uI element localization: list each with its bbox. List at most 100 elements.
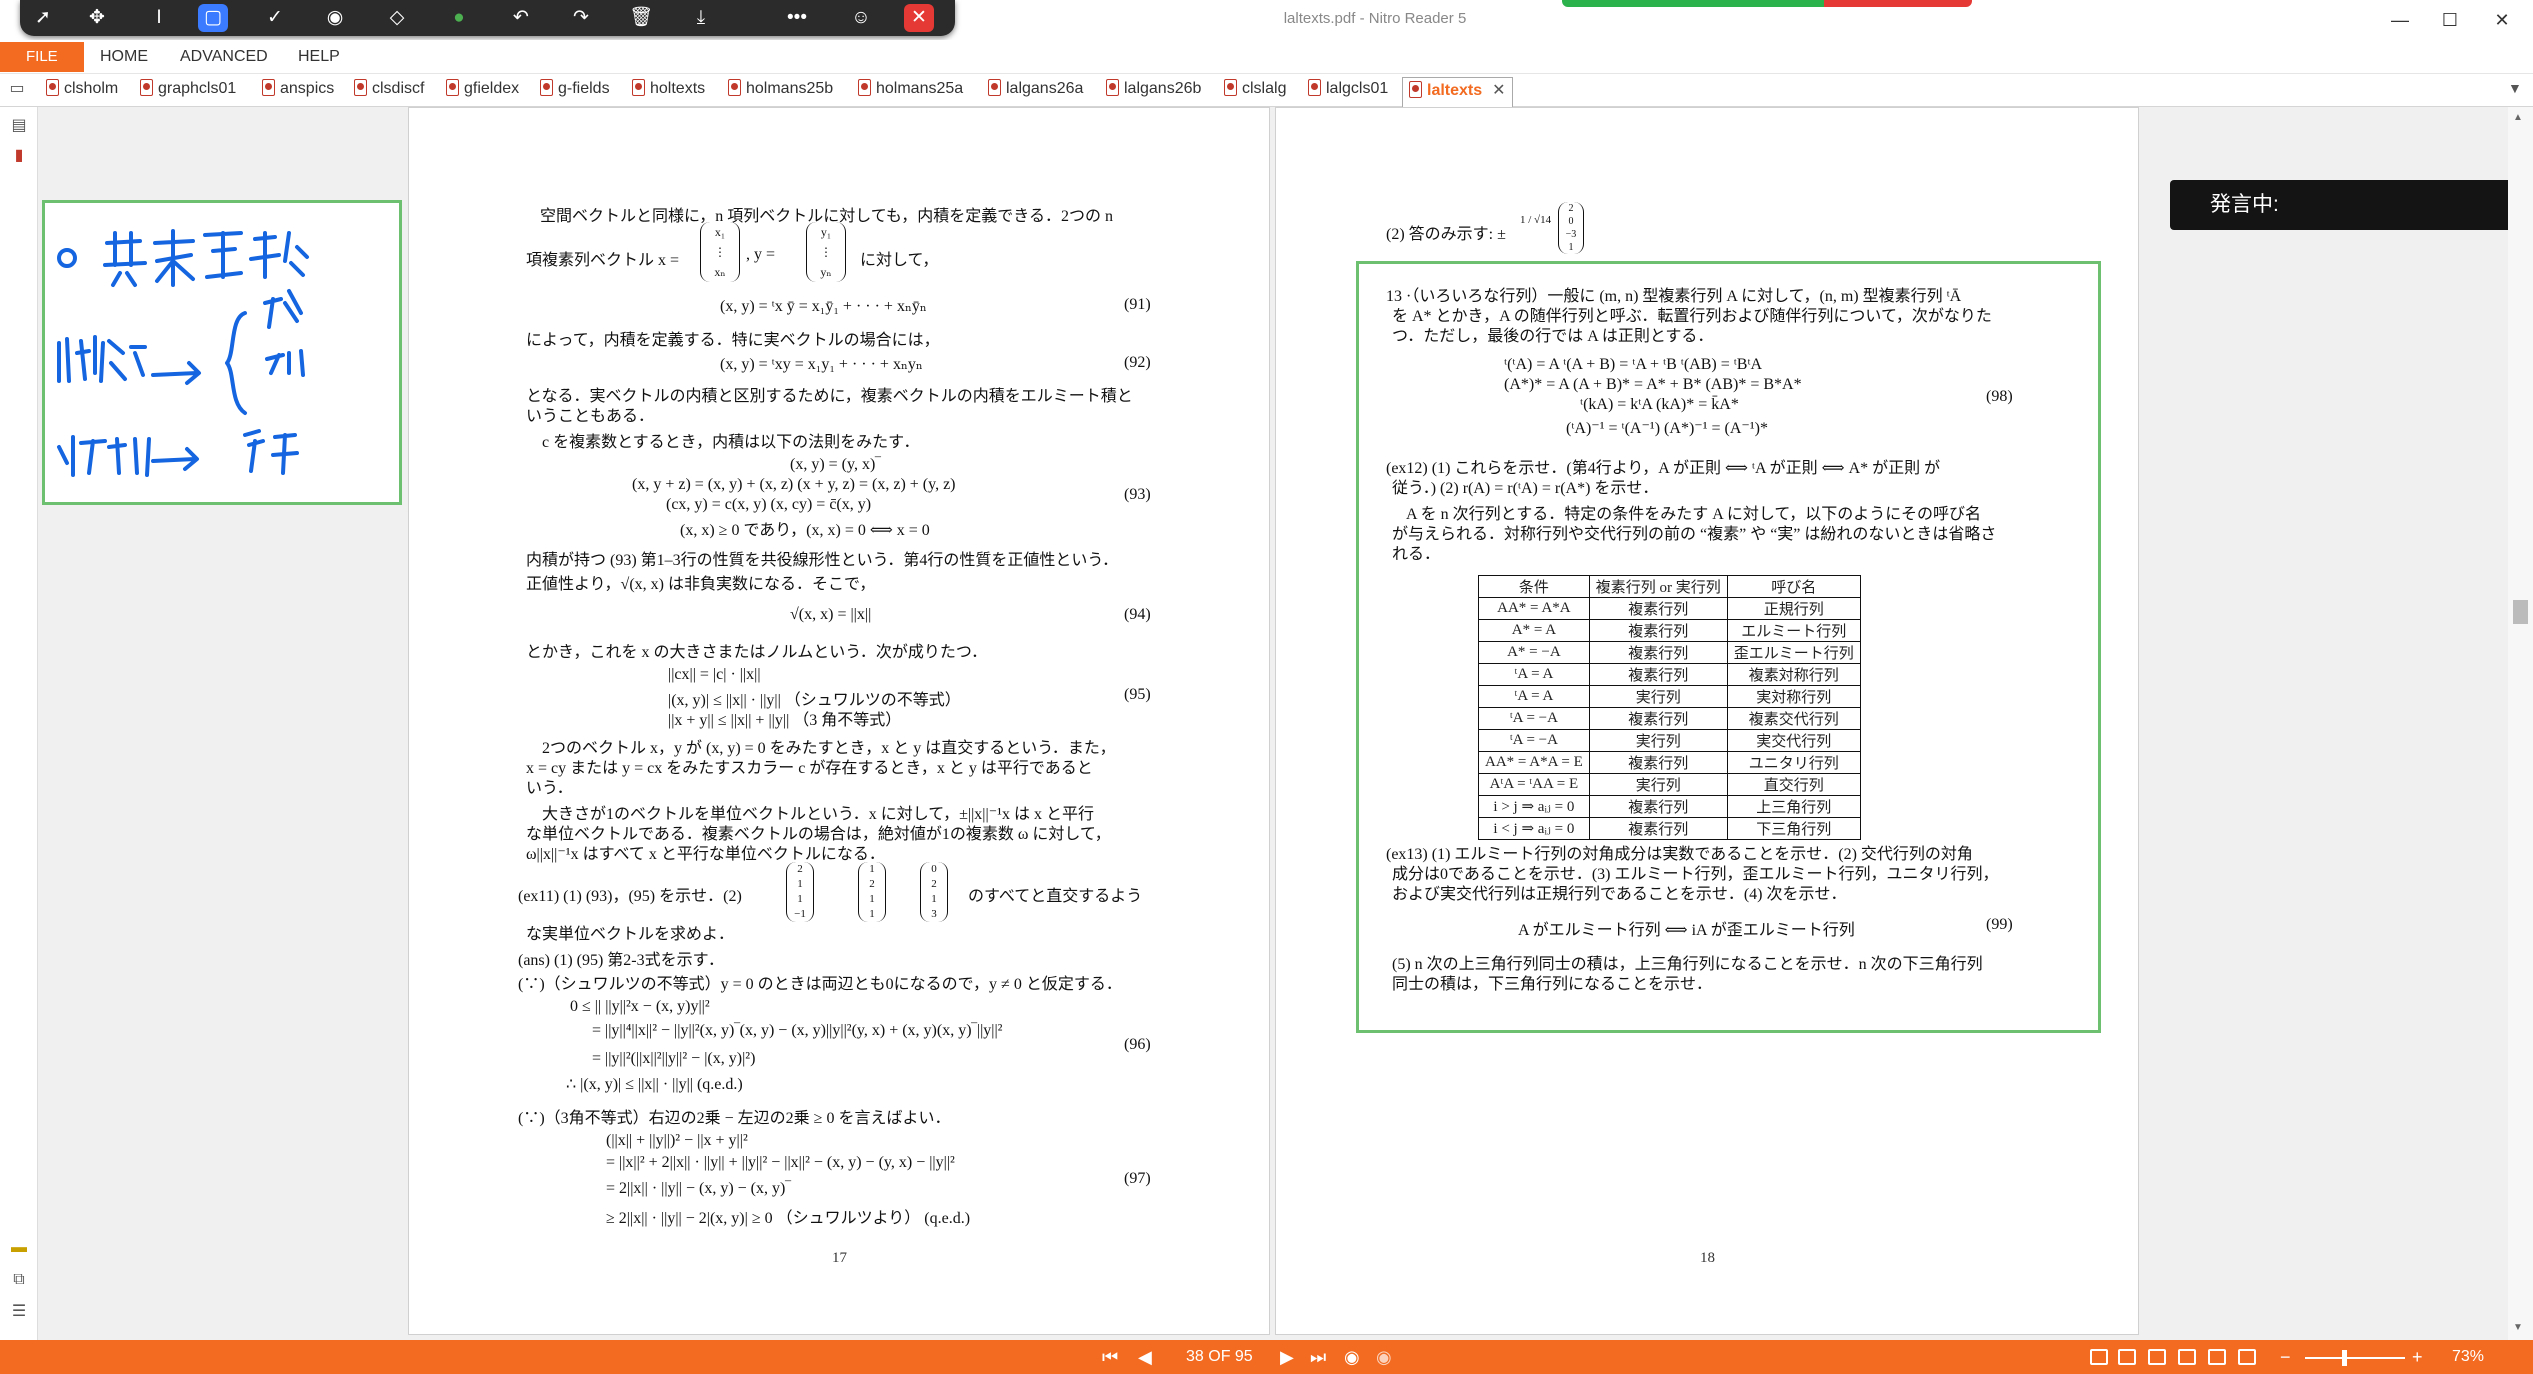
- fit-width-icon[interactable]: [2238, 1349, 2256, 1365]
- window-close-button[interactable]: ✕: [2482, 6, 2522, 34]
- exercise-11: な実単位ベクトルを求めよ．: [526, 926, 735, 943]
- tab-lalgcls01[interactable]: lalgcls01: [1308, 79, 1388, 105]
- previous-view-icon[interactable]: ◉: [1344, 1346, 1360, 1368]
- table-cell: 実対称行列: [1726, 685, 1861, 708]
- continuous-view-icon[interactable]: [2118, 1349, 2136, 1365]
- pointer-icon[interactable]: ➚: [28, 4, 58, 32]
- advanced-menu[interactable]: ADVANCED: [180, 48, 268, 66]
- tab-holmans25b[interactable]: holmans25b: [728, 79, 833, 105]
- table-cell: ᵗA = −A: [1478, 729, 1590, 752]
- help-menu[interactable]: HELP: [298, 48, 340, 66]
- person-icon[interactable]: ☺: [846, 4, 876, 32]
- table-cell: 複素対称行列: [1726, 663, 1861, 686]
- close-icon[interactable]: ✕: [904, 4, 934, 32]
- pdf-icon: [858, 79, 871, 96]
- download-icon[interactable]: ⤓: [686, 4, 716, 32]
- table-cell: ᵗA = A: [1478, 663, 1590, 686]
- comments-panel-icon[interactable]: ▬: [8, 1237, 30, 1259]
- table-cell: AA* = A*A = E: [1478, 751, 1590, 774]
- page-number: 18: [1700, 1250, 1715, 1266]
- tab-holtexts[interactable]: holtexts: [632, 79, 705, 105]
- redo-icon[interactable]: ↷: [566, 4, 596, 32]
- maximize-button[interactable]: ☐: [2430, 6, 2470, 34]
- tab-lalgans26a[interactable]: lalgans26a: [988, 79, 1083, 105]
- pdf-icon: [1308, 79, 1321, 96]
- pages-panel-icon[interactable]: ▤: [8, 115, 30, 137]
- table-cell: 複素行列: [1588, 795, 1728, 818]
- paragraph: 内積が持つ (93) 第1–3行の性質を共役線形性という．第4行の性質を正値性と…: [526, 552, 1119, 569]
- previous-page-icon[interactable]: ◀: [1138, 1346, 1152, 1368]
- file-menu[interactable]: FILE: [0, 42, 84, 72]
- text-cursor-icon[interactable]: I: [144, 4, 174, 32]
- zoom-slider-handle[interactable]: [2342, 1350, 2347, 1366]
- rectangle-icon[interactable]: ▢: [198, 4, 228, 32]
- column-vector-y: y₁ ⋮ yₙ: [806, 222, 846, 282]
- facing-view-icon[interactable]: [2148, 1349, 2166, 1365]
- paragraph: x = cy または y = cx をみたすスカラー c が存在するとき，x と…: [526, 760, 1093, 777]
- next-view-icon[interactable]: ◉: [1376, 1346, 1392, 1368]
- zoom-slider[interactable]: [2305, 1357, 2405, 1359]
- table-row: i > j ⇒ aᵢⱼ = 0 複素行列 上三角行列: [1478, 795, 1861, 818]
- tab-laltexts[interactable]: laltexts ✕: [1402, 77, 1513, 107]
- vertical-scrollbar[interactable]: [2508, 107, 2533, 1340]
- zoom-level[interactable]: 73%: [2452, 1348, 2484, 1366]
- tab-clsholm[interactable]: clsholm: [46, 79, 118, 105]
- table-row: i < j ⇒ aᵢⱼ = 0 複素行列 下三角行列: [1478, 817, 1861, 840]
- tab-gfieldex[interactable]: gfieldex: [446, 79, 519, 105]
- check-icon[interactable]: ✓: [260, 4, 290, 32]
- page-indicator[interactable]: 38 OF 95: [1186, 1348, 1253, 1366]
- paragraph: 正値性より，√(x, x) は非負実数になる．そこで，: [526, 576, 876, 593]
- column-header: 複素行列 or 実行列: [1588, 575, 1728, 598]
- equation-98-line3: ᵗ(kA) = kᵗA (kA)* = k̄A*: [1580, 396, 1739, 413]
- bookmarks-panel-icon[interactable]: ▮: [8, 145, 30, 167]
- equation-91: (x, y) = ᵗx ȳ = x₁ȳ₁ + · · · + xₙȳₙ: [720, 298, 927, 315]
- stamp-icon[interactable]: ◉: [320, 4, 350, 32]
- last-page-icon[interactable]: ⏭: [1310, 1346, 1326, 1368]
- move-icon[interactable]: ✥: [82, 4, 112, 32]
- table-row: ᵗA = A 実行列 実対称行列: [1478, 685, 1861, 708]
- attachments-panel-icon[interactable]: ⧉: [8, 1269, 30, 1291]
- scroll-up-icon[interactable]: ▲: [2513, 112, 2523, 123]
- tab-holmans25a[interactable]: holmans25a: [858, 79, 963, 105]
- tab-clslalg[interactable]: clslalg: [1224, 79, 1286, 105]
- trash-icon[interactable]: 🗑: [626, 4, 656, 32]
- equation-number: (93): [1124, 486, 1151, 503]
- first-page-icon[interactable]: ⏮: [1102, 1346, 1118, 1368]
- layers-panel-icon[interactable]: ☰: [8, 1301, 30, 1323]
- tab-clsdiscf[interactable]: clsdiscf: [354, 79, 424, 105]
- tab-g-fields[interactable]: g-fields: [540, 79, 610, 105]
- tab-list-chevron-icon[interactable]: ▼: [2508, 80, 2522, 96]
- minimize-button[interactable]: —: [2380, 6, 2420, 34]
- next-page-icon[interactable]: ▶: [1280, 1346, 1294, 1368]
- home-menu[interactable]: HOME: [100, 48, 148, 66]
- more-icon[interactable]: •••: [782, 4, 812, 32]
- tab-anspics[interactable]: anspics: [262, 79, 334, 105]
- scroll-down-icon[interactable]: ▼: [2513, 1322, 2523, 1333]
- tab-close-icon[interactable]: ✕: [1492, 82, 1505, 99]
- equation-95-line1: ||cx|| = |c| · ||x||: [668, 666, 761, 683]
- undo-icon[interactable]: ↶: [506, 4, 536, 32]
- tab-graphcls01[interactable]: graphcls01: [140, 79, 236, 105]
- column-vector-x: x₁ ⋮ xₙ: [700, 222, 740, 282]
- pdf-icon: [1106, 79, 1119, 96]
- color-dot-icon[interactable]: ●: [444, 4, 474, 32]
- tab-lalgans26b[interactable]: lalgans26b: [1106, 79, 1201, 105]
- handwritten-note-box[interactable]: [42, 200, 402, 505]
- fit-page-icon[interactable]: [2208, 1349, 2226, 1365]
- scrollbar-thumb[interactable]: [2513, 600, 2528, 624]
- eraser-icon[interactable]: ◇: [382, 4, 412, 32]
- answer: (ans) (1) (95) 第2-3式を示す．: [518, 952, 724, 969]
- paragraph: c を複素数とするとき，内積は以下の法則をみたす．: [542, 434, 920, 451]
- zoom-in-button[interactable]: +: [2412, 1346, 2423, 1368]
- pdf-icon: [1224, 79, 1237, 96]
- vector-3: 0213: [920, 862, 948, 922]
- page-icon[interactable]: ▭: [6, 78, 28, 100]
- table-cell: 複素行列: [1588, 597, 1728, 620]
- facing-continuous-view-icon[interactable]: [2178, 1349, 2196, 1365]
- paragraph: が与えられる．対称行列や交代行列の前の “複素” や “実” は紛れのないときは…: [1392, 526, 1997, 543]
- zoom-out-button[interactable]: −: [2280, 1346, 2291, 1368]
- equation-98-line1: ᵗ(ᵗA) = A ᵗ(A + B) = ᵗA + ᵗB ᵗ(AB) = ᵗBᵗ…: [1504, 356, 1763, 373]
- speaking-indicator: 発言中:: [2170, 180, 2513, 230]
- single-page-view-icon[interactable]: [2090, 1349, 2108, 1365]
- table-cell: i < j ⇒ aᵢⱼ = 0: [1478, 817, 1590, 840]
